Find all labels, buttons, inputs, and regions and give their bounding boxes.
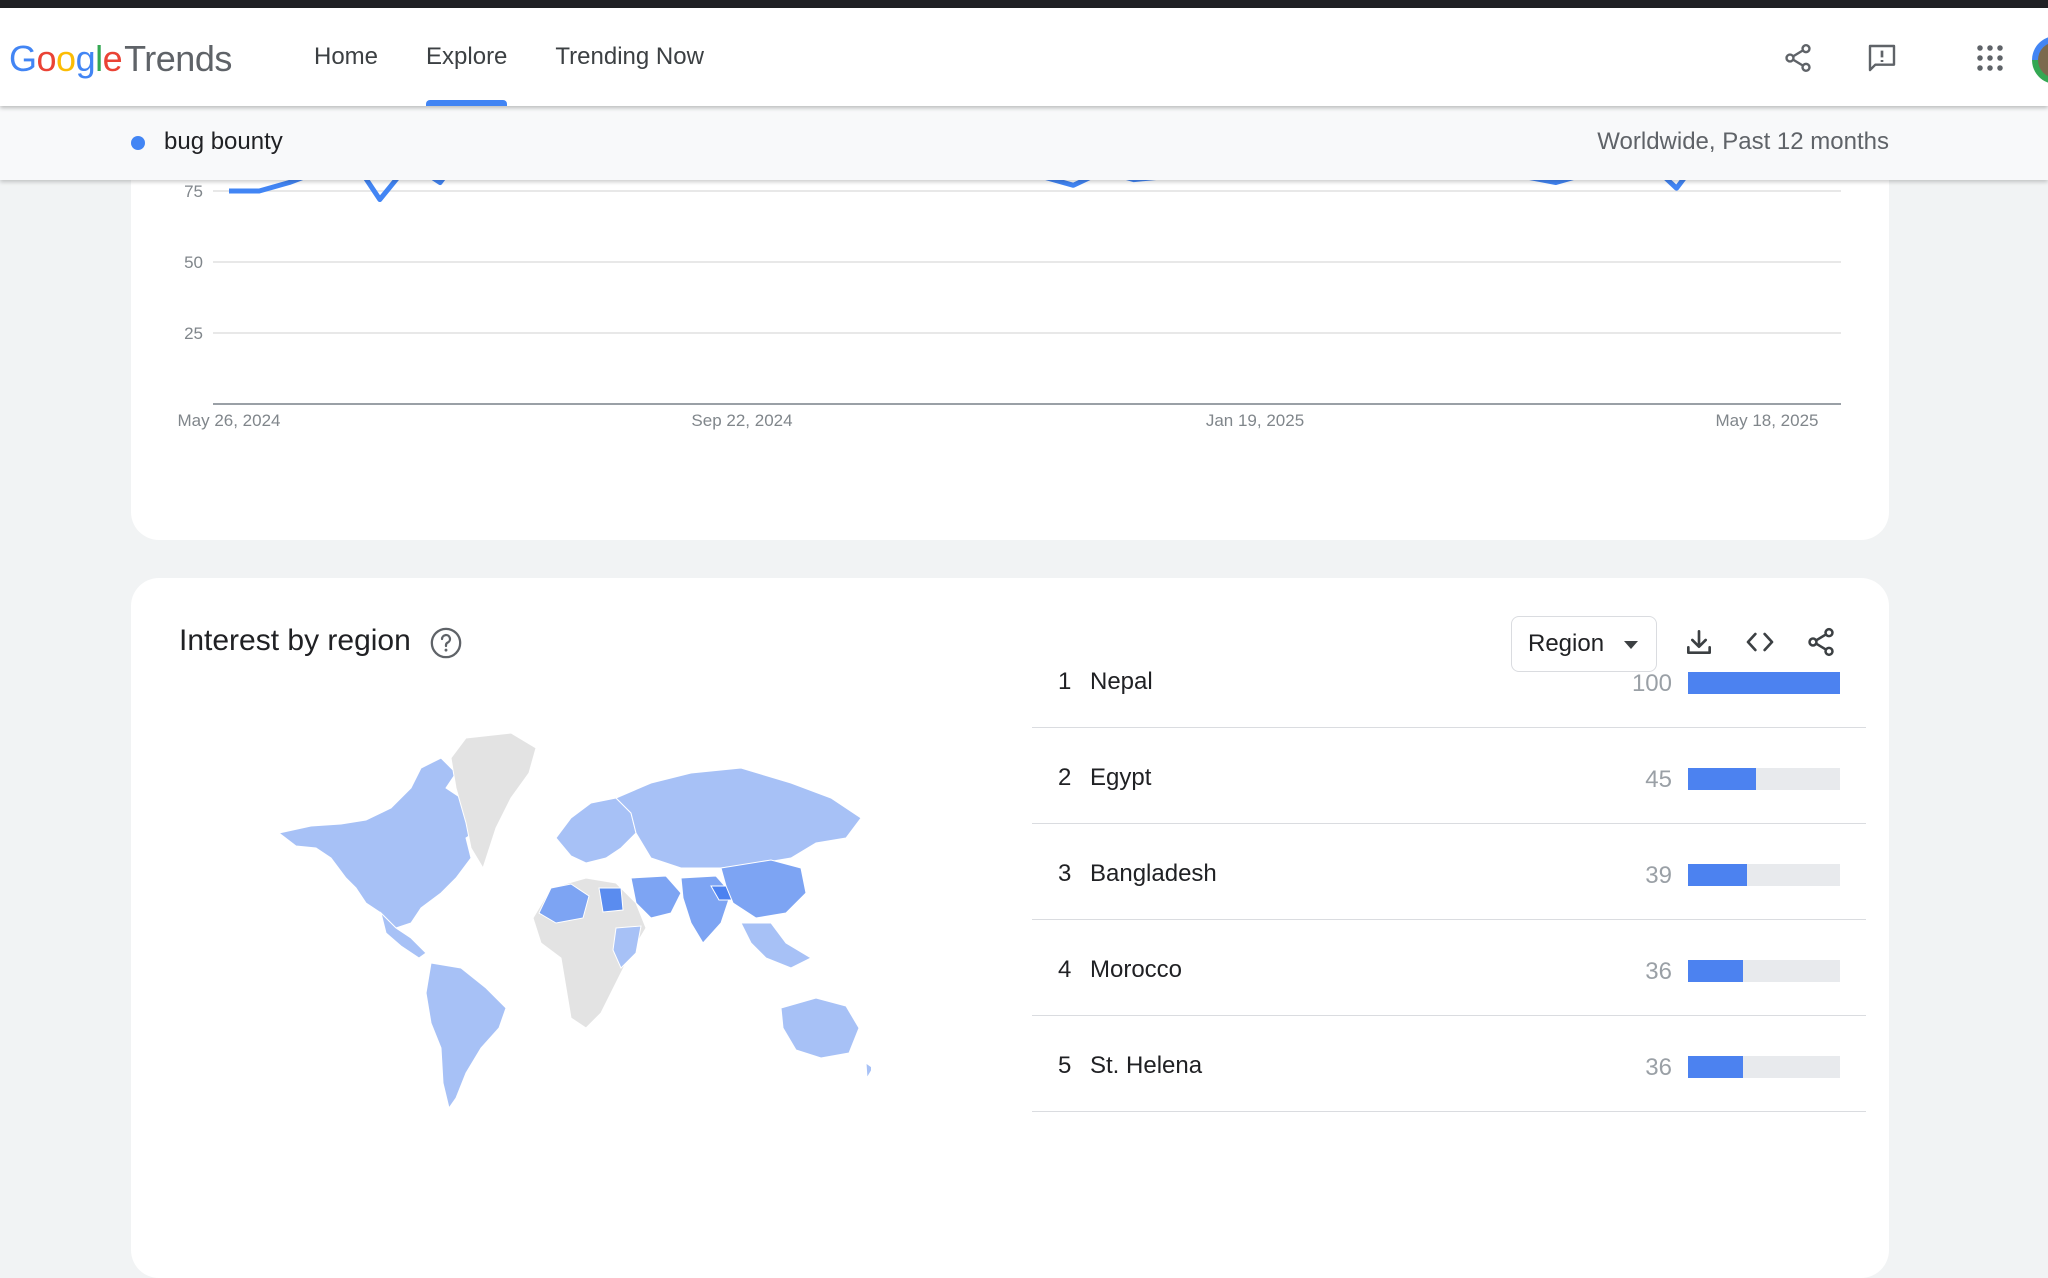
list-item[interactable]: 1 Nepal 100	[1032, 632, 1866, 728]
google-trends-logo[interactable]: GoogleTrends	[9, 38, 232, 80]
search-term-bar: bug bounty Worldwide, Past 12 months	[0, 106, 2048, 180]
region-name[interactable]: Nepal	[1090, 668, 1153, 696]
x-tick-label: May 18, 2025	[1715, 411, 1818, 430]
value-bar	[1688, 864, 1840, 886]
map-egypt	[598, 887, 624, 913]
value-bar-fill	[1688, 768, 1757, 790]
interest-over-time-card: 75 50 25 May 26, 2024 Sep 22, 2024 Jan 19, 20…	[131, 120, 1889, 540]
map-north-america	[277, 757, 482, 929]
x-tick-label: Sep 22, 2024	[691, 411, 792, 430]
region-name[interactable]: Morocco	[1090, 956, 1182, 984]
account-avatar[interactable]	[2032, 36, 2048, 84]
search-term-label[interactable]: bug bounty	[164, 128, 283, 156]
rank-number: 1	[1058, 668, 1072, 695]
value-bar	[1688, 1056, 1840, 1078]
region-value: 100	[1631, 670, 1672, 697]
value-bar	[1688, 768, 1840, 790]
section-title: Interest by region	[179, 624, 411, 657]
browser-top-strip	[0, 0, 2048, 8]
map-europe	[555, 797, 637, 864]
rank-number: 4	[1058, 956, 1072, 983]
value-bar-fill	[1688, 1056, 1743, 1078]
value-bar-fill	[1688, 672, 1840, 694]
y-tick-label: 25	[184, 324, 203, 343]
x-tick-label: Jan 19, 2025	[1206, 411, 1304, 430]
tab-home[interactable]: Home	[290, 8, 402, 106]
value-bar	[1688, 672, 1840, 694]
map-new-zealand	[865, 1061, 874, 1080]
share-icon[interactable]	[1778, 38, 1818, 78]
tab-explore-label: Explore	[426, 43, 508, 70]
map-south-america	[425, 962, 507, 1110]
tab-trending-now-label: Trending Now	[555, 43, 704, 70]
tab-home-label: Home	[314, 43, 379, 70]
tab-explore[interactable]: Explore	[402, 8, 531, 106]
list-item[interactable]: 5 St. Helena 36	[1032, 1016, 1866, 1112]
rank-number: 2	[1058, 764, 1072, 791]
logo-trends-text: Trends	[124, 38, 232, 79]
world-map[interactable]	[271, 728, 874, 1128]
map-southeast-asia	[740, 922, 813, 969]
value-bar-fill	[1688, 960, 1743, 982]
interest-by-region-card: Interest by region Region 1 Nepal 100 2 …	[131, 578, 1889, 1278]
list-item[interactable]: 3 Bangladesh 39	[1032, 824, 1866, 920]
term-color-dot	[131, 136, 145, 150]
map-russia	[615, 767, 862, 869]
region-name[interactable]: Egypt	[1090, 764, 1151, 792]
y-tick-label: 50	[184, 253, 203, 272]
main-nav: Home Explore Trending Now	[290, 8, 728, 106]
feedback-icon[interactable]	[1862, 38, 1902, 78]
region-name[interactable]: St. Helena	[1090, 1052, 1202, 1080]
logo-google-text: Google	[9, 38, 123, 79]
tab-trending-now[interactable]: Trending Now	[531, 8, 728, 106]
x-tick-label: May 26, 2024	[177, 411, 280, 430]
value-bar	[1688, 960, 1840, 982]
list-item[interactable]: 2 Egypt 45	[1032, 728, 1866, 824]
map-australia	[780, 997, 860, 1059]
y-tick-label: 75	[184, 182, 203, 201]
list-item[interactable]: 4 Morocco 36	[1032, 920, 1866, 1016]
geo-time-meta[interactable]: Worldwide, Past 12 months	[1597, 128, 1889, 156]
help-icon[interactable]	[429, 626, 463, 660]
app-header: GoogleTrends Home Explore Trending Now	[0, 8, 2048, 106]
map-china	[720, 859, 807, 919]
value-bar-fill	[1688, 864, 1748, 886]
region-value: 45	[1645, 766, 1672, 793]
rank-number: 5	[1058, 1052, 1072, 1079]
region-value: 39	[1645, 862, 1672, 889]
interest-over-time-chart: 75 50 25 May 26, 2024 Sep 22, 2024 Jan 19, 20…	[177, 134, 1841, 430]
region-name[interactable]: Bangladesh	[1090, 860, 1217, 888]
apps-grid-icon[interactable]	[1970, 38, 2010, 78]
region-value: 36	[1645, 958, 1672, 985]
rank-number: 3	[1058, 860, 1072, 887]
region-value: 36	[1645, 1054, 1672, 1081]
